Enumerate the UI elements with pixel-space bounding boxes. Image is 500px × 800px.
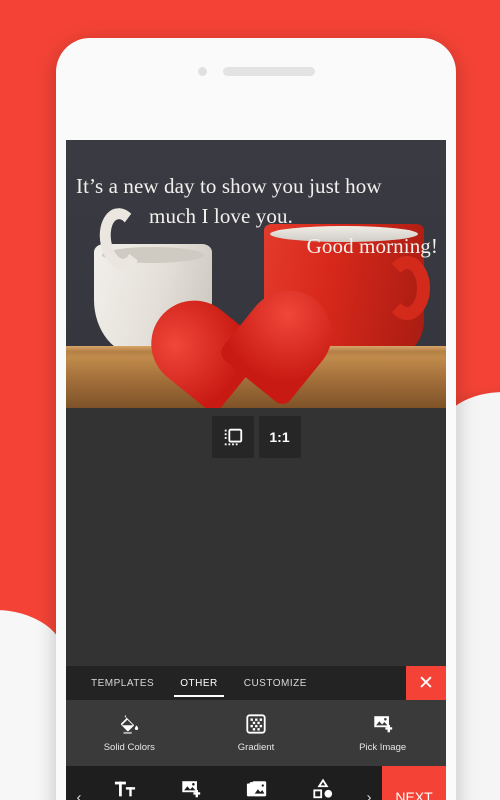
tab-templates[interactable]: TEMPLATES (78, 666, 167, 700)
bottom-nav: ‹ Text (66, 766, 446, 800)
quote-line-3: Good morning! (306, 233, 438, 258)
option-gradient[interactable]: Gradient (193, 713, 320, 753)
red-cup-handle (384, 256, 430, 320)
background-options-row: Solid Colors Gradient Pick Image (66, 700, 446, 766)
add-image-icon (182, 781, 201, 798)
paint-bucket-icon (121, 715, 139, 734)
camera-icon (197, 66, 207, 76)
add-image-icon (373, 716, 392, 733)
aspect-ratio-button[interactable]: 1:1 (258, 416, 301, 458)
nav-next-arrow-button[interactable]: › (356, 766, 382, 800)
nav-item-list: Text Image (92, 766, 356, 800)
layers-image-icon (246, 781, 267, 797)
quote-line-1: It’s a new day to show you just how (76, 174, 382, 198)
nav-item-image[interactable]: Image (158, 778, 224, 800)
panel-tabbar: TEMPLATES OTHER CUSTOMIZE ✕ (66, 666, 446, 700)
speaker-grille-icon (222, 66, 315, 76)
gradient-grid-icon (246, 714, 266, 734)
crop-toolbar: 1:1 (66, 408, 446, 666)
option-label: Pick Image (359, 742, 407, 753)
nav-item-shape[interactable]: Shape (290, 778, 356, 800)
nav-item-text[interactable]: Text (92, 778, 158, 800)
canvas-quote-text[interactable]: It’s a new day to show you just how much… (76, 172, 438, 261)
resize-canvas-icon (224, 428, 242, 446)
option-label: Solid Colors (103, 742, 155, 753)
option-label: Gradient (237, 742, 275, 753)
tab-customize[interactable]: CUSTOMIZE (231, 666, 320, 700)
app-screen: It’s a new day to show you just how much… (66, 140, 446, 800)
phone-top-bezel (56, 38, 456, 104)
text-format-icon (114, 781, 136, 797)
tab-other[interactable]: OTHER (167, 666, 231, 700)
next-button[interactable]: NEXT (382, 766, 446, 800)
nav-prev-button[interactable]: ‹ (66, 766, 92, 800)
phone-mockup: It’s a new day to show you just how much… (56, 38, 456, 800)
quote-line-2: much I love you. (149, 203, 293, 228)
close-panel-button[interactable]: ✕ (406, 666, 446, 700)
nav-item-background[interactable]: Background (224, 778, 290, 800)
resize-canvas-button[interactable] (211, 416, 254, 458)
option-solid-colors[interactable]: Solid Colors (66, 713, 193, 753)
shapes-icon (313, 778, 333, 799)
tab-list: TEMPLATES OTHER CUSTOMIZE (66, 666, 406, 700)
editor-canvas[interactable]: It’s a new day to show you just how much… (66, 140, 446, 408)
option-pick-image[interactable]: Pick Image (319, 713, 446, 753)
